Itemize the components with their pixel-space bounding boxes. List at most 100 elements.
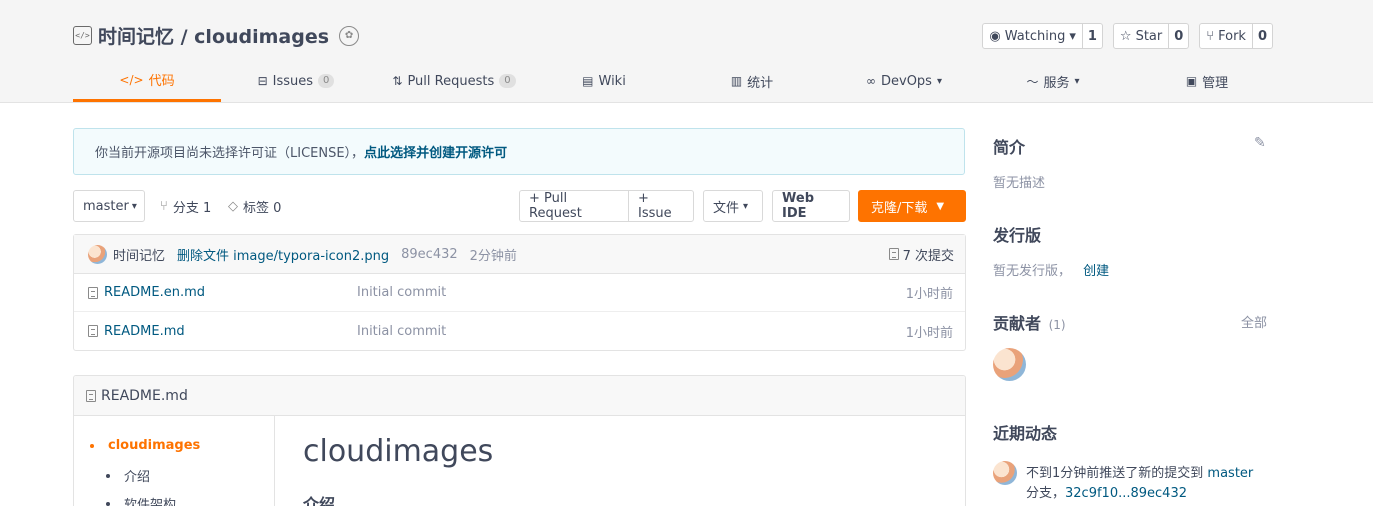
activity-text-2: 分支， [1026,486,1066,501]
tab-label: 管理 [1202,75,1229,91]
web-ide-button[interactable]: Web IDE [772,190,850,222]
avatar[interactable] [993,348,1026,381]
chevron-down-icon: ▾ [1074,75,1080,87]
tab-label: 代码 [148,74,175,89]
file-commit-message[interactable]: Initial commit [357,324,446,339]
readme-subheading: 介绍 [303,495,336,506]
watch-button[interactable]: ◉ Watching ▾ 1 [982,23,1103,49]
readme-heading: cloudimages [303,434,494,469]
toc-item[interactable]: 介绍 [106,466,150,485]
issues-count-badge: 0 [318,74,335,88]
tags-label: 标签 0 [243,200,282,216]
stats-icon: ▥ [730,74,743,88]
commit-sha[interactable]: 89ec432 [401,247,458,262]
file-commit-message[interactable]: Initial commit [357,285,446,300]
new-pull-request-button[interactable]: + Pull Request [519,190,629,222]
tab-manage[interactable]: ▣ 管理 [1131,60,1283,102]
tab-label: DevOps [881,73,932,89]
tab-service[interactable]: 〜 服务 ▾ [975,60,1131,102]
file-name: README.md [104,323,185,339]
contributors-count: (1) [1048,318,1066,332]
edit-icon[interactable]: ✎ [1254,135,1266,151]
eye-icon: ◉ [989,28,1001,44]
contributors-all-link[interactable]: 全部 [1241,312,1267,331]
toc-item[interactable]: cloudimages [90,438,200,453]
file-name: README.en.md [104,285,205,300]
commit-time: 2分钟前 [469,248,517,264]
activity-item: 不到1分钟前推送了新的提交到 master 分支，32c9f10...89ec4… [1026,464,1276,504]
release-text: 暂无发行版， [993,264,1072,279]
toc-item[interactable]: 软件架构 [106,494,176,506]
repo-header: </> 时间记忆 / cloudimages ✿ ◉ Watching ▾ 1 ☆ S… [0,0,1373,103]
fork-label: Fork [1218,28,1246,44]
bullet-icon [106,473,110,478]
toc-item-label: cloudimages [108,438,201,453]
fork-count[interactable]: 0 [1251,24,1272,48]
latest-commit-row: 时间记忆 删除文件 image/typora-icon2.png 89ec432… [74,235,965,274]
table-row: README.md Initial commit 1小时前 [74,312,965,350]
create-release-link[interactable]: 创建 [1083,264,1109,279]
readme-toc: cloudimages 介绍 软件架构 [74,416,275,506]
tab-devops[interactable]: ∞ DevOps ▾ [833,60,975,102]
issues-icon: ⊟ [257,74,268,88]
new-issue-button[interactable]: + Issue [628,190,694,222]
chevron-down-icon: ▾ [131,200,137,212]
tab-label: Wiki [598,73,626,89]
tags-link[interactable]: ◇ 标签 0 [228,190,281,222]
file-name-link[interactable]: README.en.md [88,285,205,300]
manage-icon: ▣ [1185,74,1198,88]
repo-actions: ◉ Watching ▾ 1 ☆ Star 0 ⑂ Fork 0 [982,23,1273,49]
service-icon: 〜 [1026,74,1039,89]
commit-author[interactable]: 时间记忆 [113,245,165,264]
release-info: 暂无发行版， 创建 [993,260,1109,279]
branch-select-label: master [83,198,129,214]
repo-badge-icon[interactable]: ✿ [339,25,360,46]
tab-issues[interactable]: ⊟ Issues 0 [221,60,371,102]
new-pull-request-label: + Pull Request [529,191,582,221]
branches-label: 分支 1 [172,200,212,216]
file-name-link[interactable]: README.md [88,324,185,339]
intro-text: 暂无描述 [993,176,1046,191]
tab-stats[interactable]: ▥ 统计 [671,60,833,102]
branches-link[interactable]: ⑂ 分支 1 [160,190,211,222]
commits-icon [888,248,899,260]
watch-count[interactable]: 1 [1081,24,1102,48]
license-notice: 你当前开源项目尚未选择许可证（LICENSE）， 点此选择并创建开源许可 [73,128,965,175]
caret-down-icon: ▼ [936,200,945,212]
web-ide-label: Web IDE [782,191,814,221]
new-issue-label: + Issue [638,191,672,221]
branch-select[interactable]: master ▾ [73,190,145,222]
toc-item-label: 介绍 [124,470,151,485]
activity-branch-link[interactable]: master [1207,466,1253,481]
activity-text: 不到1分钟前推送了新的提交到 [1026,466,1204,481]
chevron-down-icon: ▾ [743,200,749,212]
license-create-link[interactable]: 点此选择并创建开源许可 [364,142,507,161]
fork-button[interactable]: ⑂ Fork 0 [1199,23,1273,49]
watch-label: Watching [1004,28,1066,44]
star-count[interactable]: 0 [1168,24,1188,48]
fork-icon: ⑂ [1206,28,1215,44]
clone-download-button[interactable]: 克隆/下载 ▼ [858,190,966,222]
star-button[interactable]: ☆ Star 0 [1112,23,1190,49]
table-row: README.en.md Initial commit 1小时前 [74,274,965,312]
file-commit-time: 1小时前 [905,287,953,302]
readme-icon [86,389,96,402]
file-menu-button[interactable]: 文件 ▾ [703,190,763,222]
commit-count-link[interactable]: 7 次提交 [888,245,954,264]
wiki-icon: ▤ [582,74,594,88]
tab-wiki[interactable]: ▤ Wiki [537,60,671,102]
activity-commit-range-link[interactable]: 32c9f10...89ec432 [1065,486,1187,501]
repo-title-bar: </> 时间记忆 / cloudimages ✿ [73,22,360,49]
pull-request-icon: ⇅ [392,74,403,88]
file-icon [88,286,98,299]
repo-toolbar: master ▾ ⑂ 分支 1 ◇ 标签 0 + Pull Request + … [73,190,966,222]
commit-message[interactable]: 删除文件 image/typora-icon2.png [177,245,389,264]
branch-icon: ⑂ [160,198,168,214]
tab-pull-requests[interactable]: ⇅ Pull Requests 0 [371,60,537,102]
avatar[interactable] [993,461,1017,485]
repo-tabs: </> 代码 ⊟ Issues 0 ⇅ Pull Requests 0 ▤ Wi… [73,60,1273,103]
repo-name[interactable]: 时间记忆 / cloudimages [98,22,329,49]
file-list: 时间记忆 删除文件 image/typora-icon2.png 89ec432… [73,234,966,351]
tab-code[interactable]: </> 代码 [73,60,221,102]
avatar[interactable] [88,244,107,264]
